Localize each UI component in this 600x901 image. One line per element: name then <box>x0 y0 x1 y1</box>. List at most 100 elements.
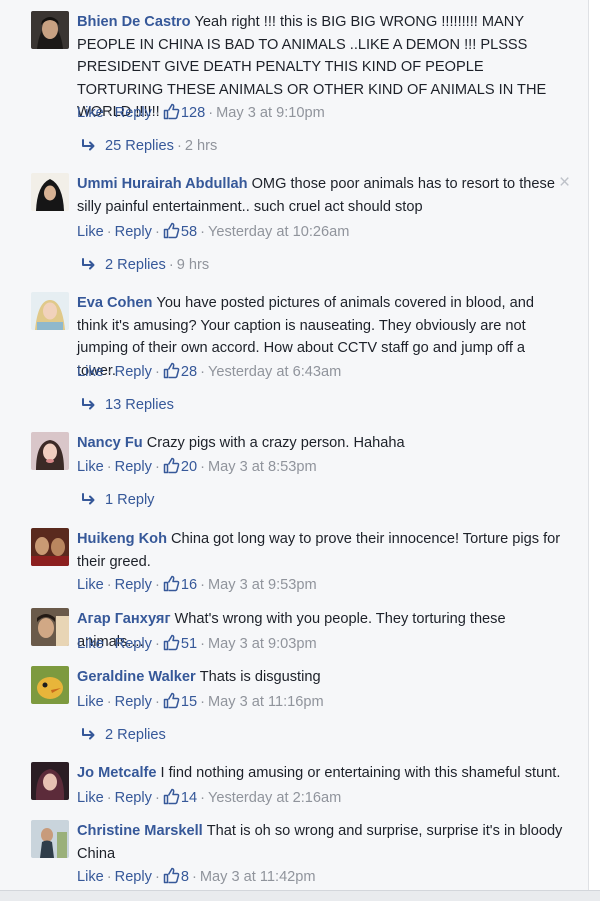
like-button[interactable]: Like <box>77 694 104 710</box>
comment-author[interactable]: Eva Cohen <box>77 295 152 311</box>
reply-button[interactable]: Reply <box>115 636 152 652</box>
separator: · <box>200 636 205 652</box>
avatar[interactable] <box>31 666 69 704</box>
avatar[interactable] <box>31 608 69 646</box>
avatar[interactable] <box>31 432 69 470</box>
bottom-edge <box>0 890 600 901</box>
comment-actions: Like · Reply · 51 · May 3 at 9:03pm <box>77 634 317 654</box>
comment-timestamp[interactable]: Yesterday at 10:26am <box>208 224 349 240</box>
like-count[interactable]: 16 <box>181 577 197 593</box>
like-count[interactable]: 14 <box>181 790 197 806</box>
like-button[interactable]: Like <box>77 364 104 380</box>
replies-count[interactable]: 2 Replies <box>105 257 166 273</box>
comment-body: Nancy Fu Crazy pigs with a crazy person. … <box>77 432 567 455</box>
separator: · <box>106 869 112 885</box>
avatar[interactable] <box>31 820 69 858</box>
comment-body: Geraldine Walker Thats is disgusting <box>77 666 567 689</box>
thumbs-up-icon[interactable] <box>163 867 180 884</box>
separator: · <box>106 790 112 806</box>
comment-timestamp[interactable]: May 3 at 9:03pm <box>208 636 317 652</box>
replies-link[interactable]: 2 Replies · 9 hrs <box>82 255 209 275</box>
like-button[interactable]: Like <box>77 577 104 593</box>
comment-author[interactable]: Christine Marskell <box>77 823 203 839</box>
comment-text: I find nothing amusing or entertaining w… <box>160 765 561 781</box>
thumbs-up-icon[interactable] <box>163 103 180 120</box>
reply-button[interactable]: Reply <box>115 577 152 593</box>
close-icon[interactable]: × <box>559 173 570 192</box>
like-count[interactable]: 8 <box>181 869 189 885</box>
like-count[interactable]: 58 <box>181 224 197 240</box>
separator: · <box>154 636 160 652</box>
thumbs-up-icon[interactable] <box>163 575 180 592</box>
like-button[interactable]: Like <box>77 105 104 121</box>
comment-text: Crazy pigs with a crazy person. Hahaha <box>146 435 405 451</box>
like-count[interactable]: 51 <box>181 636 197 652</box>
like-count[interactable]: 28 <box>181 364 197 380</box>
like-count[interactable]: 20 <box>181 459 197 475</box>
avatar[interactable] <box>31 762 69 800</box>
comment-actions: Like · Reply · 14 · Yesterday at 2:16am <box>77 788 341 808</box>
comment-author[interactable]: Nancy Fu <box>77 435 143 451</box>
separator: · <box>200 459 205 475</box>
avatar[interactable] <box>31 173 69 211</box>
comment-body: Huikeng Koh China got long way to prove t… <box>77 528 567 573</box>
thumbs-up-icon[interactable] <box>163 692 180 709</box>
separator: · <box>106 224 112 240</box>
separator: · <box>106 459 112 475</box>
like-count[interactable]: 128 <box>181 105 205 121</box>
thumbs-up-icon[interactable] <box>163 788 180 805</box>
comment-author[interactable]: Geraldine Walker <box>77 669 196 685</box>
separator: · <box>154 364 160 380</box>
comment-author[interactable]: Huikeng Koh <box>77 531 167 547</box>
reply-button[interactable]: Reply <box>115 224 152 240</box>
replies-count[interactable]: 1 Reply <box>105 492 154 508</box>
thumbs-up-icon[interactable] <box>163 634 180 651</box>
comment-text: Thats is disgusting <box>199 669 321 685</box>
thumbs-up-icon[interactable] <box>163 457 180 474</box>
reply-button[interactable]: Reply <box>115 869 152 885</box>
like-button[interactable]: Like <box>77 790 104 806</box>
like-button[interactable]: Like <box>77 224 104 240</box>
avatar[interactable] <box>31 528 69 566</box>
comment-timestamp[interactable]: May 3 at 9:53pm <box>208 577 317 593</box>
reply-button[interactable]: Reply <box>115 459 152 475</box>
comment-timestamp[interactable]: May 3 at 8:53pm <box>208 459 317 475</box>
replies-link[interactable]: 25 Replies · 2 hrs <box>82 136 217 156</box>
reply-arrow-icon <box>82 398 95 410</box>
comment-author[interactable]: Jo Metcalfe <box>77 765 156 781</box>
replies-link[interactable]: 1 Reply <box>82 490 154 510</box>
thumbs-up-icon[interactable] <box>163 362 180 379</box>
separator: · <box>106 636 112 652</box>
like-button[interactable]: Like <box>77 636 104 652</box>
replies-time: 9 hrs <box>176 257 210 273</box>
comment-timestamp[interactable]: Yesterday at 2:16am <box>208 790 341 806</box>
separator: · <box>154 577 160 593</box>
separator: · <box>106 694 112 710</box>
comment-actions: Like · Reply · 58 · Yesterday at 10:26am <box>77 222 349 242</box>
comment-timestamp[interactable]: Yesterday at 6:43am <box>208 364 341 380</box>
comment-author[interactable]: Ummi Hurairah Abdullah <box>77 176 248 192</box>
avatar[interactable] <box>31 11 69 49</box>
comment-author[interactable]: Агар Ганхуяг <box>77 611 171 627</box>
replies-link[interactable]: 13 Replies <box>82 395 174 415</box>
reply-arrow-icon <box>82 493 95 505</box>
like-button[interactable]: Like <box>77 869 104 885</box>
reply-button[interactable]: Reply <box>115 364 152 380</box>
like-count[interactable]: 15 <box>181 694 197 710</box>
comment-timestamp[interactable]: May 3 at 11:42pm <box>200 869 316 885</box>
replies-count[interactable]: 13 Replies <box>105 397 174 413</box>
reply-arrow-icon <box>82 139 95 151</box>
replies-count[interactable]: 2 Replies <box>105 727 166 743</box>
reply-button[interactable]: Reply <box>115 105 152 121</box>
reply-button[interactable]: Reply <box>115 694 152 710</box>
like-button[interactable]: Like <box>77 459 104 475</box>
comment-timestamp[interactable]: May 3 at 9:10pm <box>216 105 325 121</box>
comment-author[interactable]: Bhien De Castro <box>77 14 191 30</box>
reply-button[interactable]: Reply <box>115 790 152 806</box>
avatar[interactable] <box>31 292 69 330</box>
replies-count[interactable]: 25 Replies <box>105 138 174 154</box>
thumbs-up-icon[interactable] <box>163 222 180 239</box>
comment-actions: Like · Reply · 128 · May 3 at 9:10pm <box>77 103 325 123</box>
replies-link[interactable]: 2 Replies <box>82 725 166 745</box>
comment-timestamp[interactable]: May 3 at 11:16pm <box>208 694 324 710</box>
